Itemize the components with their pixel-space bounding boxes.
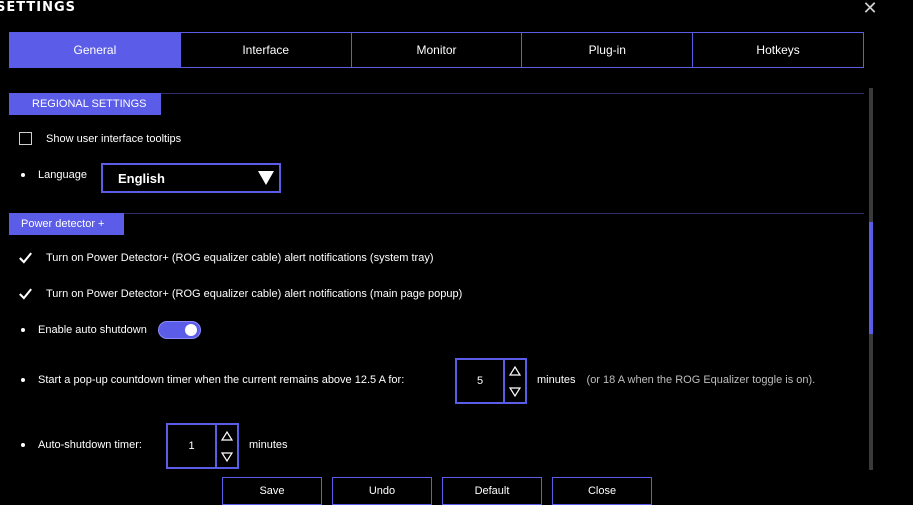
default-button[interactable]: Default xyxy=(442,477,542,505)
auto-shutdown-row: Enable auto shutdown xyxy=(21,321,201,339)
alert-popup-row: Turn on Power Detector+ (ROG equalizer c… xyxy=(19,287,462,300)
countdown-unit-row: minutes (or 18 A when the ROG Equalizer … xyxy=(537,374,815,386)
countdown-unit: minutes xyxy=(537,374,576,386)
undo-button[interactable]: Undo xyxy=(332,477,432,505)
alert-tray-row: Turn on Power Detector+ (ROG equalizer c… xyxy=(19,251,434,264)
increment-arrow-icon[interactable] xyxy=(217,425,237,446)
countdown-stepper[interactable]: 5 xyxy=(455,358,527,404)
tooltips-row: Show user interface tooltips xyxy=(19,132,181,145)
regional-settings-header: REGIONAL SETTINGS xyxy=(9,93,161,115)
tab-hotkeys[interactable]: Hotkeys xyxy=(693,32,864,68)
alert-popup-checkbox[interactable] xyxy=(19,287,32,300)
bullet-icon xyxy=(21,443,25,447)
tab-general[interactable]: General xyxy=(9,32,181,68)
shutdown-timer-value[interactable]: 1 xyxy=(168,425,217,467)
section-divider xyxy=(9,213,864,214)
decrement-arrow-icon[interactable] xyxy=(505,381,525,402)
dropdown-arrow-icon xyxy=(258,171,274,185)
tab-interface[interactable]: Interface xyxy=(180,32,352,68)
save-button[interactable]: Save xyxy=(222,477,322,505)
alert-tray-label: Turn on Power Detector+ (ROG equalizer c… xyxy=(46,251,434,264)
language-value: English xyxy=(118,170,165,186)
bullet-icon xyxy=(21,378,25,382)
power-detector-header: Power detector + xyxy=(9,213,124,235)
alert-popup-label: Turn on Power Detector+ (ROG equalizer c… xyxy=(46,287,463,300)
increment-arrow-icon[interactable] xyxy=(505,360,525,381)
toggle-knob xyxy=(184,324,197,336)
checkmark-icon xyxy=(19,287,32,300)
countdown-note: (or 18 A when the ROG Equalizer toggle i… xyxy=(586,374,816,386)
bullet-icon xyxy=(21,173,25,177)
countdown-row: Start a pop-up countdown timer when the … xyxy=(21,374,404,386)
shutdown-timer-unit: minutes xyxy=(249,439,288,451)
decrement-arrow-icon[interactable] xyxy=(217,446,237,467)
close-icon[interactable]: ✕ xyxy=(860,0,880,18)
window-title: SETTINGS xyxy=(0,0,77,15)
auto-shutdown-label: Enable auto shutdown xyxy=(38,324,147,336)
shutdown-timer-label: Auto-shutdown timer: xyxy=(38,439,142,451)
close-button[interactable]: Close xyxy=(552,477,652,505)
countdown-label: Start a pop-up countdown timer when the … xyxy=(38,374,405,386)
alert-tray-checkbox[interactable] xyxy=(19,251,32,264)
auto-shutdown-toggle[interactable] xyxy=(157,321,201,339)
countdown-value[interactable]: 5 xyxy=(457,360,505,402)
language-dropdown[interactable]: English xyxy=(101,163,281,193)
shutdown-timer-unit-row: minutes xyxy=(249,439,288,451)
tab-plug-in[interactable]: Plug-in xyxy=(522,32,694,68)
shutdown-timer-stepper[interactable]: 1 xyxy=(166,423,239,469)
tooltips-checkbox[interactable] xyxy=(19,132,32,145)
tooltips-label: Show user interface tooltips xyxy=(46,132,182,145)
scrollbar-thumb[interactable] xyxy=(869,222,873,334)
bullet-icon xyxy=(21,328,25,332)
tab-monitor[interactable]: Monitor xyxy=(351,32,523,68)
shutdown-timer-row: Auto-shutdown timer: xyxy=(21,439,142,451)
tab-bar: General Interface Monitor Plug-in Hotkey… xyxy=(9,32,864,68)
language-label: Language xyxy=(38,169,87,181)
language-row: Language xyxy=(21,169,87,181)
checkmark-icon xyxy=(19,251,32,264)
